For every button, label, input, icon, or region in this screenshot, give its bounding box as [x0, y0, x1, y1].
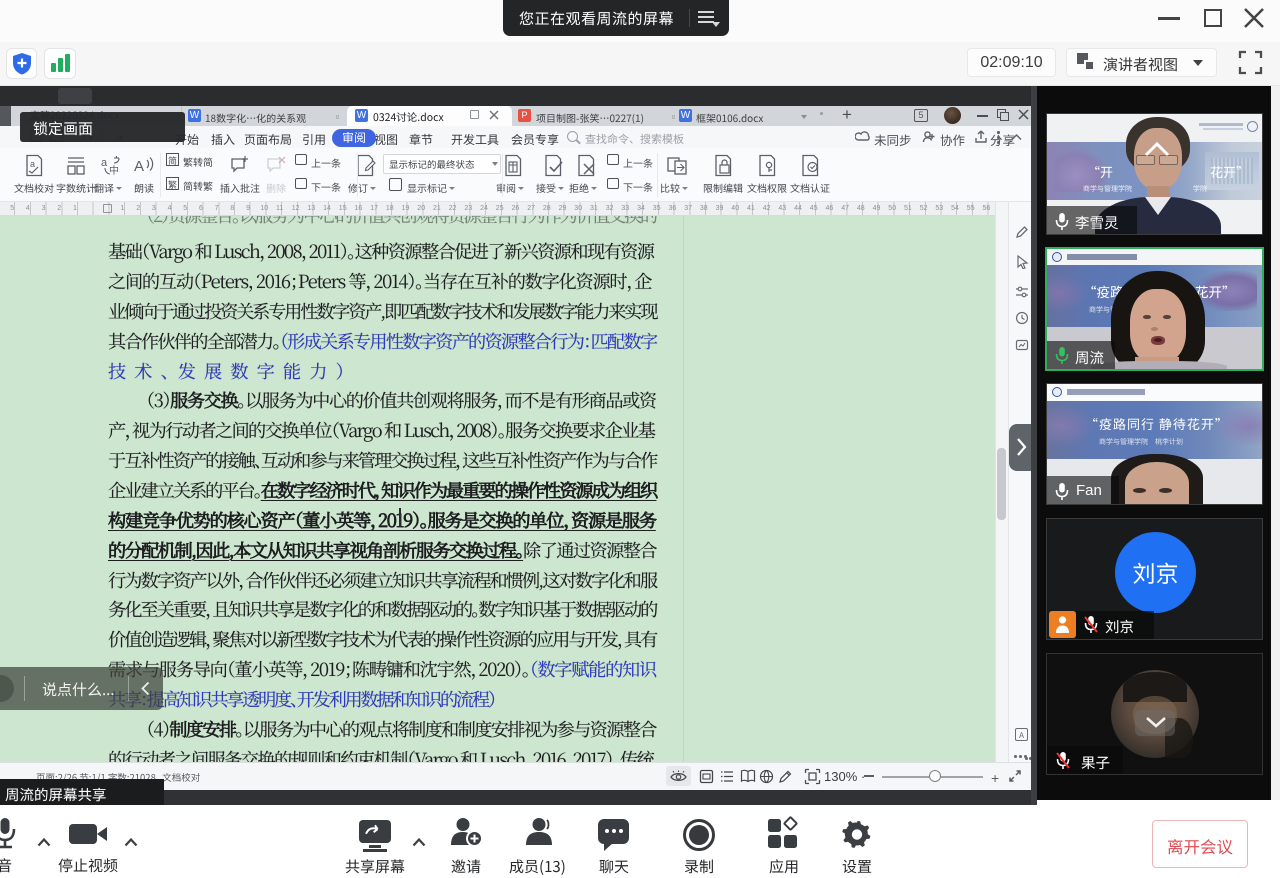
svg-text:A: A — [134, 158, 144, 175]
svg-text:a: a — [101, 157, 108, 169]
svg-text:a: a — [30, 159, 35, 169]
svg-text:中: 中 — [109, 164, 119, 177]
